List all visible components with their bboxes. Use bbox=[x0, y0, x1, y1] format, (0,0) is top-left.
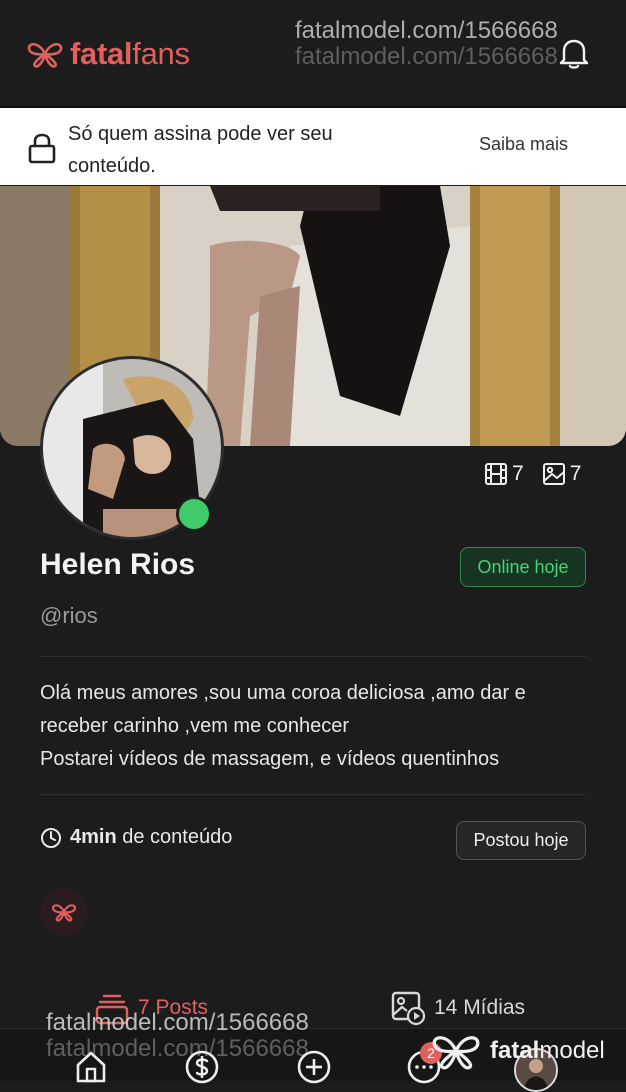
posted-today-badge: Postou hoje bbox=[456, 821, 586, 860]
banner-message: Só quem assina pode ver seu conteúdo. bbox=[68, 123, 333, 177]
profile-bio: Olá meus amores ,sou uma coroa deliciosa… bbox=[40, 677, 600, 776]
app-header: fatalfans fatalmodel.com/1566668 fatalmo… bbox=[0, 0, 626, 108]
image-icon bbox=[542, 463, 565, 485]
watermark-bottom: fatalmodel.com/1566668 fatalmodel.com/15… bbox=[46, 1009, 309, 1062]
fatalfans-logo[interactable]: fatalfans bbox=[26, 36, 190, 72]
butterfly-icon bbox=[432, 1036, 480, 1070]
subscribe-banner: Só quem assina pode ver seu conteúdo. Sa… bbox=[0, 108, 626, 185]
watermark-top: fatalmodel.com/1566668 fatalmodel.com/15… bbox=[295, 17, 558, 70]
fatalmodel-watermark: fatalmodel bbox=[430, 1032, 605, 1070]
bio-line: Olá meus amores ,sou uma coroa deliciosa… bbox=[40, 682, 526, 704]
logo-text: fatalfans bbox=[70, 36, 190, 71]
divider bbox=[40, 656, 586, 657]
film-icon bbox=[485, 463, 507, 485]
tab-media[interactable]: 14 Mídias bbox=[390, 990, 525, 1026]
media-icon bbox=[391, 991, 426, 1026]
favorite-button[interactable] bbox=[40, 888, 88, 936]
media-counts: 7 7 bbox=[484, 462, 581, 486]
bell-icon[interactable] bbox=[558, 36, 590, 70]
learn-more-link[interactable]: Saiba mais bbox=[479, 134, 568, 155]
divider bbox=[40, 794, 586, 795]
bio-line: Postarei vídeos de massagem, e vídeos qu… bbox=[40, 748, 500, 770]
content-label: de conteúdo bbox=[122, 826, 233, 848]
content-amount: 4min bbox=[70, 826, 117, 848]
butterfly-icon bbox=[27, 43, 63, 68]
profile-name: Helen Rios bbox=[40, 548, 196, 581]
online-status-badge: Online hoje bbox=[460, 547, 586, 587]
photo-count: 7 bbox=[569, 462, 582, 485]
bio-line: receber carinho ,vem me conhecer bbox=[40, 715, 350, 737]
video-count: 7 bbox=[512, 462, 524, 485]
clock-icon bbox=[41, 827, 61, 848]
content-duration: 4min de conteúdo bbox=[40, 826, 232, 849]
online-indicator bbox=[176, 496, 212, 532]
butterfly-icon bbox=[52, 904, 76, 922]
tab-media-label: 14 Mídias bbox=[434, 996, 526, 1019]
profile-handle: @rios bbox=[40, 603, 98, 628]
lock-icon bbox=[28, 133, 56, 164]
